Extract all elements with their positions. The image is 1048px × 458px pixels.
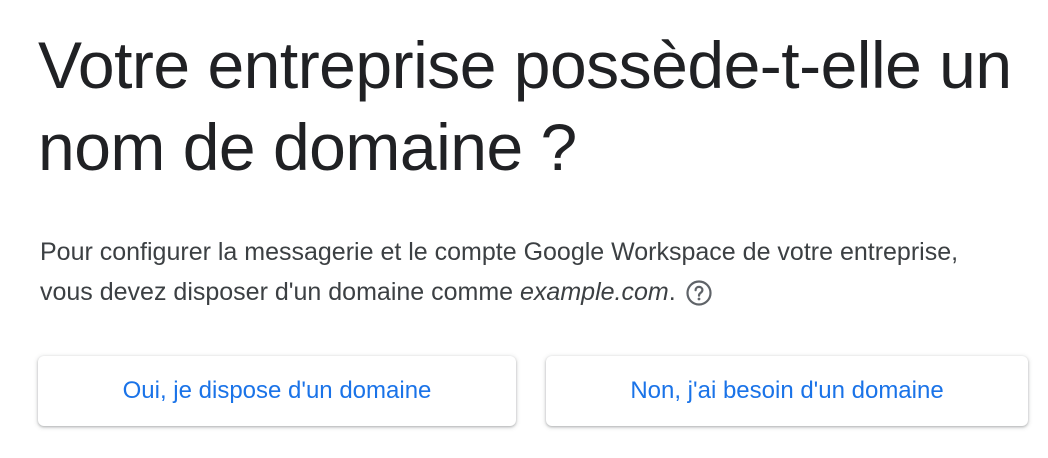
- has-domain-button[interactable]: Oui, je dispose d'un domaine: [38, 356, 516, 426]
- need-domain-button[interactable]: Non, j'ai besoin d'un domaine: [546, 356, 1028, 426]
- domain-description: Pour configurer la messagerie et le comp…: [40, 232, 1000, 312]
- description-end: .: [668, 278, 676, 306]
- page-title: Votre entreprise possède-t-elle un nom d…: [38, 28, 1012, 184]
- description-text: Pour configurer la messagerie et le comp…: [40, 238, 959, 306]
- example-domain: example.com: [520, 278, 669, 306]
- help-circle-icon[interactable]: [686, 278, 712, 306]
- domain-question-page: Votre entreprise possède-t-elle un nom d…: [0, 0, 1048, 458]
